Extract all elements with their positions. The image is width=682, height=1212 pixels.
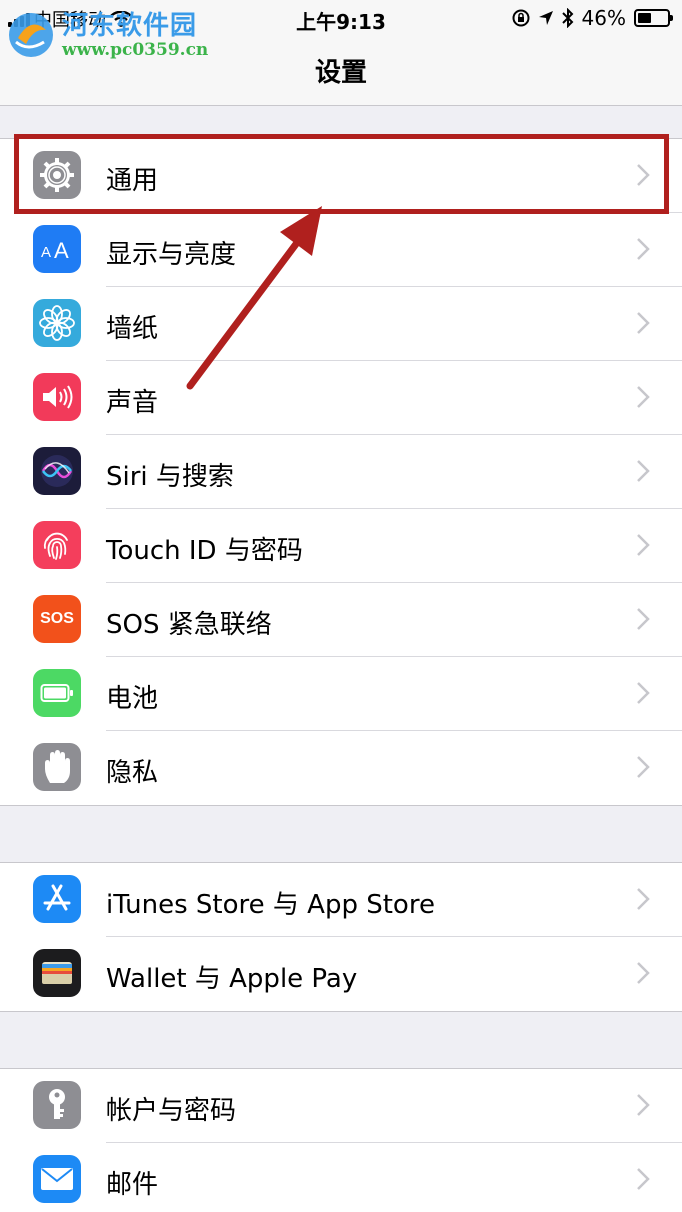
row-accounts-passwords[interactable]: 帐户与密码: [0, 1069, 682, 1143]
location-icon: [538, 11, 553, 25]
chevron-right-icon: [637, 534, 650, 556]
battery-icon: [634, 9, 673, 27]
row-mail[interactable]: 邮件: [0, 1143, 682, 1212]
chevron-right-icon: [637, 888, 650, 910]
row-privacy[interactable]: 隐私: [0, 731, 682, 805]
rotation-lock-icon: [512, 9, 530, 27]
chevron-right-icon: [637, 682, 650, 704]
row-battery[interactable]: 电池: [0, 657, 682, 731]
row-label: 显示与亮度: [106, 240, 237, 270]
battery-level: [638, 13, 651, 23]
app-store-icon: [33, 875, 81, 923]
row-siri-search[interactable]: Siri 与搜索: [0, 435, 682, 509]
row-display-brightness[interactable]: A A 显示与亮度: [0, 213, 682, 287]
watermark-logo-icon: [9, 13, 53, 57]
battery-icon: [33, 669, 81, 717]
row-touch-id-passcode[interactable]: Touch ID 与密码: [0, 509, 682, 583]
row-label: iTunes Store 与 App Store: [106, 890, 435, 920]
row-emergency-sos[interactable]: SOS SOS 紧急联络: [0, 583, 682, 657]
settings-group-system: 通用 A A 显示与亮度 墙纸 声音 Siri 与搜索 Touch ID 与密码…: [0, 138, 682, 806]
row-label: SOS 紧急联络: [106, 610, 272, 640]
chevron-right-icon: [637, 608, 650, 630]
mail-icon: [33, 1155, 81, 1203]
settings-screen: 中国移动 上午9:13 46% 河东软件园 www.pc0359.cn 设置 通…: [0, 0, 682, 1212]
row-label: Siri 与搜索: [106, 462, 234, 492]
row-label: Wallet 与 Apple Pay: [106, 964, 358, 994]
row-label: 帐户与密码: [106, 1096, 237, 1126]
chevron-right-icon: [637, 238, 650, 260]
battery-percent: 46%: [581, 6, 626, 30]
chevron-right-icon: [637, 386, 650, 408]
siri-icon: [33, 447, 81, 495]
text-size-icon: A A: [33, 225, 81, 273]
row-itunes-app-store[interactable]: iTunes Store 与 App Store: [0, 863, 682, 937]
chevron-right-icon: [637, 312, 650, 334]
settings-group-accounts: 帐户与密码 邮件: [0, 1068, 682, 1212]
flower-icon: [33, 299, 81, 347]
row-label: 墙纸: [106, 314, 159, 344]
row-label: 电池: [106, 684, 159, 714]
row-label: Touch ID 与密码: [106, 536, 303, 566]
chevron-right-icon: [637, 1094, 650, 1116]
sos-icon-text: SOS: [40, 610, 74, 627]
row-wallpaper[interactable]: 墙纸: [0, 287, 682, 361]
sos-icon: SOS: [33, 595, 81, 643]
row-label: 邮件: [106, 1170, 159, 1200]
row-label: 声音: [106, 388, 159, 418]
svg-text:A: A: [54, 238, 69, 261]
row-wallet-apple-pay[interactable]: Wallet 与 Apple Pay: [0, 937, 682, 1011]
wallet-icon: [33, 949, 81, 997]
hand-icon: [33, 743, 81, 791]
settings-group-store: iTunes Store 与 App Store Wallet 与 Apple …: [0, 862, 682, 1012]
status-right: 46%: [512, 6, 673, 30]
watermark-name: 河东软件园: [62, 11, 198, 41]
fingerprint-icon: [33, 521, 81, 569]
row-label: 隐私: [106, 758, 159, 788]
watermark-url: www.pc0359.cn: [62, 40, 209, 60]
chevron-right-icon: [637, 1168, 650, 1190]
speaker-icon: [33, 373, 81, 421]
chevron-right-icon: [637, 460, 650, 482]
key-icon: [33, 1081, 81, 1129]
chevron-right-icon: [637, 756, 650, 778]
highlight-box: [14, 134, 669, 214]
chevron-right-icon: [637, 962, 650, 984]
bluetooth-icon: [561, 8, 573, 28]
row-sounds[interactable]: 声音: [0, 361, 682, 435]
watermark: 河东软件园 www.pc0359.cn: [4, 8, 208, 62]
svg-text:A: A: [41, 244, 51, 261]
